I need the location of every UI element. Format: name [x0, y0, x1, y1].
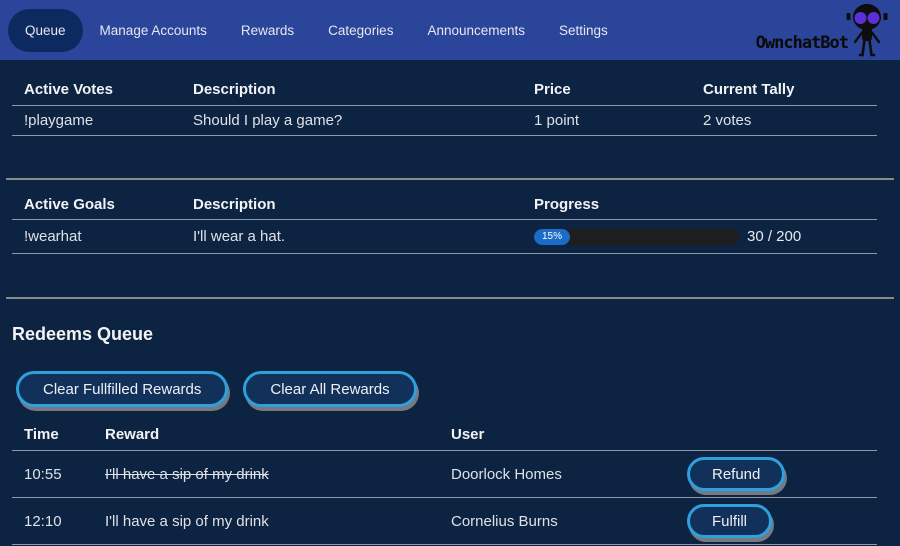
page-title: Redeems Queue: [12, 324, 900, 345]
section-divider: [6, 297, 894, 299]
vote-price: 1 point: [522, 106, 691, 135]
redeems-header-action: [675, 422, 877, 442]
redeem-action-cell: Fulfill: [675, 498, 877, 544]
brand-logo: OwnchatBot: [756, 0, 890, 60]
top-nav: Queue Manage Accounts Rewards Categories…: [0, 0, 900, 60]
table-row: !playgame Should I play a game? 1 point …: [12, 106, 877, 136]
clear-all-rewards-button[interactable]: Clear All Rewards: [243, 371, 416, 407]
goals-header-progress: Progress: [522, 180, 877, 219]
refund-button[interactable]: Refund: [687, 457, 785, 491]
clear-fulfilled-rewards-button[interactable]: Clear Fullfilled Rewards: [16, 371, 228, 407]
redeems-header-user: User: [439, 413, 675, 450]
table-row: 10:55 I'll have a sip of my drink Doorlo…: [12, 451, 877, 498]
votes-header-description: Description: [181, 60, 522, 105]
active-goals-table: Active Goals Description Progress !wearh…: [12, 180, 877, 254]
vote-tally: 2 votes: [691, 106, 877, 135]
votes-header-price: Price: [522, 60, 691, 105]
redeem-reward: I'll have a sip of my drink: [93, 507, 439, 536]
tab-queue[interactable]: Queue: [8, 9, 83, 52]
redeems-actions: Clear Fullfilled Rewards Clear All Rewar…: [16, 371, 900, 407]
redeems-header-reward: Reward: [93, 413, 439, 450]
redeem-user: Doorlock Homes: [439, 460, 675, 489]
progress-bar-fill: 15%: [534, 229, 570, 245]
vote-command: !playgame: [12, 106, 181, 135]
goal-command: !wearhat: [12, 220, 181, 253]
redeem-time: 12:10: [12, 507, 93, 536]
redeems-header-time: Time: [12, 413, 93, 450]
nav-tabs: Queue Manage Accounts Rewards Categories…: [8, 9, 625, 52]
redeem-reward: I'll have a sip of my drink: [93, 460, 439, 489]
votes-header-row: Active Votes Description Price Current T…: [12, 60, 877, 106]
redeem-user: Cornelius Burns: [439, 507, 675, 536]
redeems-header-row: Time Reward User: [12, 413, 877, 451]
goal-progress: 15% 30 / 200: [522, 220, 877, 253]
tab-rewards[interactable]: Rewards: [224, 9, 311, 52]
goals-header-row: Active Goals Description Progress: [12, 180, 877, 220]
votes-header-tally: Current Tally: [691, 60, 877, 105]
tab-categories[interactable]: Categories: [311, 9, 410, 52]
redeem-time: 10:55: [12, 460, 93, 489]
goals-header-description: Description: [181, 180, 522, 219]
tab-announcements[interactable]: Announcements: [410, 9, 542, 52]
progress-count: 30 / 200: [747, 228, 801, 245]
main-content: Active Votes Description Price Current T…: [0, 60, 900, 545]
table-row: 12:10 I'll have a sip of my drink Cornel…: [12, 498, 877, 545]
robot-mascot-icon: [844, 2, 890, 60]
progress-bar: 15%: [534, 229, 739, 245]
goals-header-command: Active Goals: [12, 180, 181, 219]
votes-header-command: Active Votes: [12, 60, 181, 105]
tab-manage-accounts[interactable]: Manage Accounts: [83, 9, 224, 52]
redeems-table: Time Reward User 10:55 I'll have a sip o…: [12, 413, 877, 545]
active-votes-table: Active Votes Description Price Current T…: [12, 60, 877, 136]
brand-name: OwnchatBot: [756, 33, 848, 53]
goal-description: I'll wear a hat.: [181, 220, 522, 253]
fulfill-button[interactable]: Fulfill: [687, 504, 772, 538]
table-row: !wearhat I'll wear a hat. 15% 30 / 200: [12, 220, 877, 254]
redeem-action-cell: Refund: [675, 451, 877, 497]
vote-description: Should I play a game?: [181, 106, 522, 135]
tab-settings[interactable]: Settings: [542, 9, 625, 52]
